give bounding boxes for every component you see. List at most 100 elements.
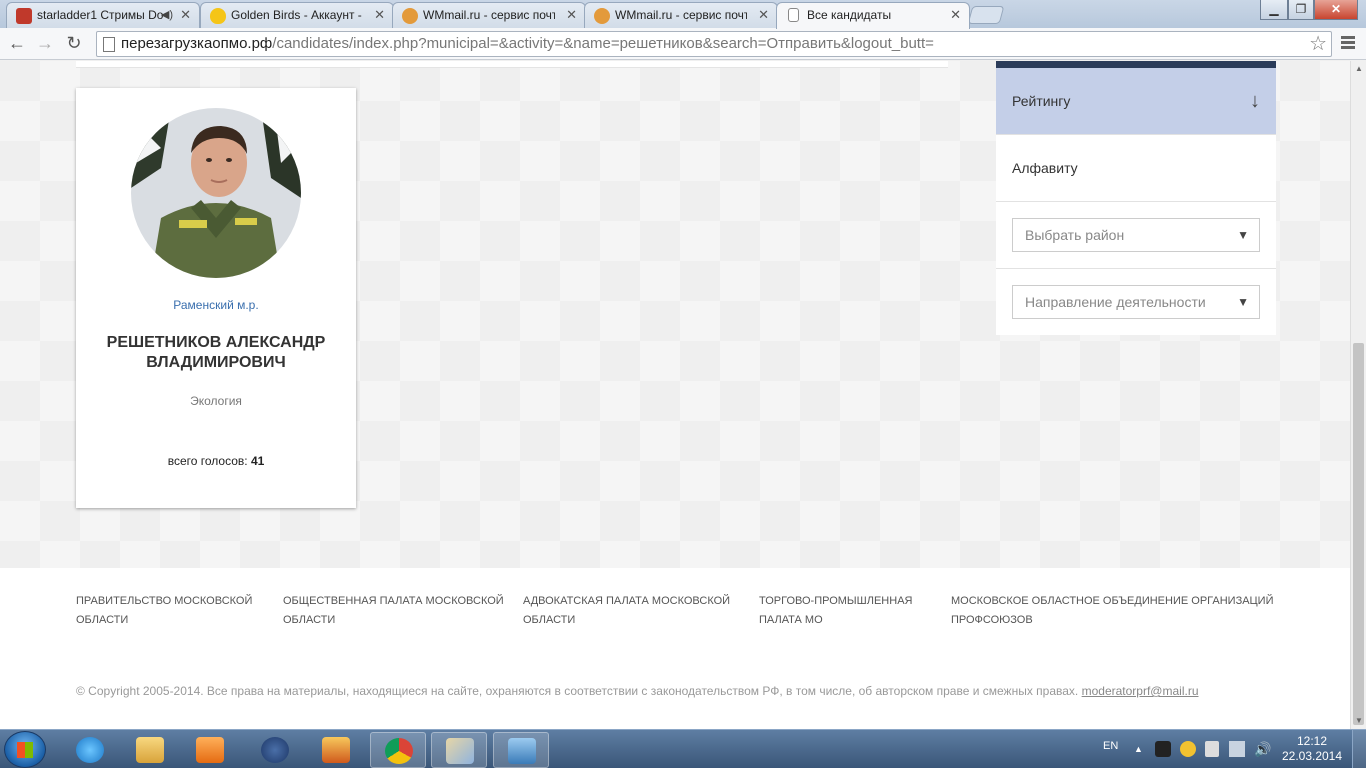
maximize-button[interactable]: ❐ [1288,0,1314,20]
network-tray-icon[interactable] [1229,741,1245,757]
candidate-name[interactable]: РЕШЕТНИКОВ АЛЕКСАНДР ВЛАДИМИРОВИЧ [96,333,336,373]
sort-by-alphabet[interactable]: Алфавиту [996,135,1276,202]
steam-tray-icon[interactable] [1155,741,1171,757]
internet-explorer-icon [76,737,104,763]
start-button[interactable] [4,731,46,768]
taskbar-chrome[interactable] [370,732,426,768]
golden-egg-favicon-icon [210,8,226,24]
tab-title: WMmail.ru - сервис почт [423,8,555,22]
usb-tray-icon[interactable] [1205,741,1219,757]
url-path: /candidates/index.php?municipal=&activit… [272,35,934,52]
sort-by-alphabet-label: Алфавиту [1012,160,1078,176]
sort-filter-sidebar: Рейтингу ↓ Алфавиту Выбрать район ▼ Напр… [996,61,1276,335]
url-host: перезагрузкаопмо.рф [121,35,273,52]
url-text[interactable]: перезагрузкаопмо.рф/candidates/index.php… [121,32,934,56]
district-filter-row: Выбрать район ▼ [996,202,1276,269]
reload-icon[interactable]: ↻ [62,32,86,56]
browser-toolbar: ← → ↻ перезагрузкаопмо.рф/candidates/ind… [0,28,1366,60]
activity-filter-row: Направление деятельности ▼ [996,269,1276,336]
language-indicator[interactable]: EN [1103,730,1118,768]
search-panel-bottom-edge [76,61,948,68]
district-select-value: Выбрать район [1025,227,1125,243]
browser-tab[interactable]: WMmail.ru - сервис почт ✕ [584,2,778,28]
photo-viewer-icon [508,738,536,764]
taskbar-explorer[interactable] [122,732,178,768]
app-icon [322,737,350,763]
taskbar-photo-viewer[interactable] [493,732,549,768]
forward-arrow-icon[interactable]: → [33,32,57,56]
media-player-icon [196,737,224,763]
close-window-button[interactable]: ✕ [1314,0,1358,20]
close-tab-icon[interactable]: ✕ [950,3,961,27]
browser-tabbar: starladder1 Стримы Do ◀) ✕ Golden Birds … [0,0,1366,29]
moderator-email-link[interactable]: moderatorprf@mail.ru [1082,684,1199,698]
footer-copyright: © Copyright 2005-2014. Все права на мате… [76,684,1199,698]
tab-title: Golden Birds - Аккаунт - I [231,8,363,22]
taskbar-paint[interactable] [431,732,487,768]
footer-link-chamber-of-commerce[interactable]: ТОРГОВО-ПРОМЫШЛЕННАЯ ПАЛАТА МО [759,592,919,630]
minimize-button[interactable]: ▁ [1260,0,1288,20]
close-tab-icon[interactable]: ✕ [374,3,385,27]
page-footer: ПРАВИТЕЛЬСТВО МОСКОВСКОЙ ОБЛАСТИ ОБЩЕСТВ… [0,568,1350,729]
candidate-card[interactable]: Раменский м.р. РЕШЕТНИКОВ АЛЕКСАНДР ВЛАД… [76,88,356,508]
votes-label: всего голосов: [167,454,248,468]
folder-icon [136,737,164,763]
browser-tab-active[interactable]: Все кандидаты ✕ [776,2,970,29]
scroll-up-icon[interactable]: ▲ [1351,61,1366,77]
volume-tray-icon[interactable]: 🔊 [1254,730,1271,768]
sort-by-rating[interactable]: Рейтингу ↓ [996,68,1276,135]
tab-title: Все кандидаты [807,8,892,22]
scrollbar-thumb[interactable] [1353,343,1364,725]
windows-taskbar: EN ▲ 🔊 12:12 22.03.2014 [0,729,1366,768]
candidate-votes: всего голосов: 41 [76,454,356,468]
close-tab-icon[interactable]: ✕ [180,3,191,27]
page-icon [103,37,115,52]
sidebar-header-bar [996,61,1276,68]
browser-tab[interactable]: WMmail.ru - сервис почт ✕ [392,2,586,28]
tray-app-icon[interactable] [1180,741,1196,757]
close-tab-icon[interactable]: ✕ [758,3,769,27]
dropdown-caret-icon: ▼ [1237,228,1249,242]
wmmail-favicon-icon [402,8,418,24]
taskbar-hp[interactable] [247,732,303,768]
tab-title: WMmail.ru - сервис почт [615,8,747,22]
scroll-down-icon[interactable]: ▼ [1351,713,1366,729]
address-bar[interactable]: перезагрузкаопмо.рф/candidates/index.php… [96,31,1332,57]
speaker-icon[interactable]: ◀) [161,3,173,27]
browser-tab[interactable]: Golden Birds - Аккаунт - I ✕ [200,2,394,28]
tab-title: starladder1 Стримы Do [37,8,164,22]
chrome-menu-icon[interactable] [1338,34,1358,54]
show-hidden-icons[interactable]: ▲ [1134,730,1143,768]
hp-icon [261,737,289,763]
clock-date: 22.03.2014 [1281,749,1343,763]
footer-link-trade-unions[interactable]: МОСКОВСКОЕ ОБЛАСТНОЕ ОБЪЕДИНЕНИЕ ОРГАНИЗ… [951,592,1281,630]
paint-icon [446,738,474,764]
bookmark-star-icon[interactable]: ☆ [1309,32,1327,56]
taskbar-internet-explorer[interactable] [62,732,118,768]
close-tab-icon[interactable]: ✕ [566,3,577,27]
candidate-district-link[interactable]: Раменский м.р. [76,298,356,312]
back-arrow-icon[interactable]: ← [5,32,29,56]
taskbar-app[interactable] [308,732,364,768]
dropdown-caret-icon: ▼ [1237,295,1249,309]
footer-link-public-chamber[interactable]: ОБЩЕСТВЕННАЯ ПАЛАТА МОСКОВСКОЙ ОБЛАСТИ [283,592,508,630]
votes-count: 41 [250,454,265,468]
candidate-photo-image [131,108,301,278]
activity-select-value: Направление деятельности [1025,294,1206,310]
page-viewport: Раменский м.р. РЕШЕТНИКОВ АЛЕКСАНДР ВЛАД… [0,61,1350,729]
district-select[interactable]: Выбрать район ▼ [1012,218,1260,252]
taskbar-media-player[interactable] [182,732,238,768]
system-clock[interactable]: 12:12 22.03.2014 [1280,734,1344,764]
activity-select[interactable]: Направление деятельности ▼ [1012,285,1260,319]
show-desktop-button[interactable] [1352,730,1366,768]
candidate-photo[interactable] [131,108,301,278]
candidate-activity: Экология [190,394,242,408]
windows-logo-icon [17,742,33,758]
new-tab-button[interactable] [967,6,1005,24]
twitch-favicon-icon [16,8,32,24]
page-scrollbar[interactable]: ▲ ▼ [1350,61,1366,729]
arrow-down-icon: ↓ [1250,90,1260,112]
browser-tab[interactable]: starladder1 Стримы Do ◀) ✕ [6,2,200,28]
footer-link-bar-chamber[interactable]: АДВОКАТСКАЯ ПАЛАТА МОСКОВСКОЙ ОБЛАСТИ [523,592,743,630]
footer-link-government[interactable]: ПРАВИТЕЛЬСТВО МОСКОВСКОЙ ОБЛАСТИ [76,592,256,630]
